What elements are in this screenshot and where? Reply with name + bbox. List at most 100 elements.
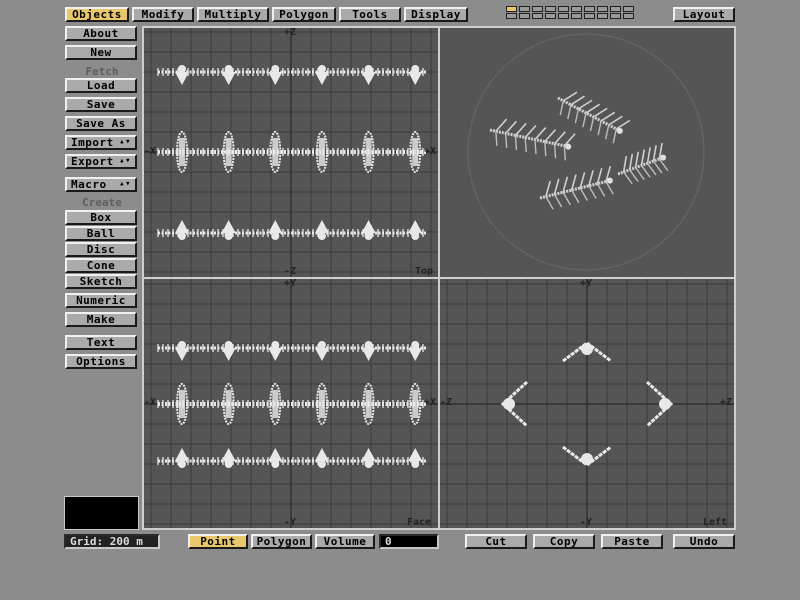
layer-cell[interactable] — [597, 6, 608, 12]
new-button[interactable]: New — [65, 45, 137, 60]
layer-cell[interactable] — [545, 6, 556, 12]
mode-point-button[interactable]: Point — [188, 534, 248, 549]
perspective-view-canvas — [467, 33, 705, 271]
undo-button[interactable]: Undo — [673, 534, 735, 549]
mode-polygon-button[interactable]: Polygon — [251, 534, 312, 549]
mesh-core — [179, 138, 185, 166]
layer-cell[interactable] — [623, 6, 634, 12]
make-button[interactable]: Make — [65, 312, 137, 327]
layer-cell[interactable] — [571, 13, 582, 19]
text-button[interactable]: Text — [65, 335, 137, 350]
numeric-button[interactable]: Numeric — [65, 293, 137, 308]
sketch-button[interactable]: Sketch — [65, 274, 137, 289]
mesh-node — [317, 341, 326, 349]
import-dropdown[interactable]: Import ▴▾ — [65, 135, 137, 150]
mesh-node — [364, 341, 373, 349]
tab-display[interactable]: Display — [404, 7, 468, 22]
axis-left-label: -X — [144, 397, 157, 408]
mesh-node — [659, 398, 671, 410]
layer-cell[interactable] — [558, 6, 569, 12]
color-swatch[interactable] — [64, 496, 139, 530]
mesh-node — [178, 460, 186, 468]
viewport-top[interactable]: +Z -Z -X +X Top — [144, 28, 438, 277]
mesh-node — [178, 232, 186, 240]
cone-button[interactable]: Cone — [65, 258, 137, 273]
ball-button[interactable]: Ball — [65, 226, 137, 241]
mesh-tooth — [175, 72, 189, 85]
tab-modify[interactable]: Modify — [132, 7, 194, 22]
mesh-tooth — [175, 448, 189, 461]
layer-cell[interactable] — [597, 13, 608, 19]
layer-cell[interactable] — [584, 6, 595, 12]
load-button[interactable]: Load — [65, 78, 137, 93]
mesh-core — [318, 138, 325, 166]
layer-cell[interactable] — [623, 13, 634, 19]
tab-multiply[interactable]: Multiply — [197, 7, 269, 22]
fetch-label: Fetch — [85, 65, 119, 78]
options-button[interactable]: Options — [65, 354, 137, 369]
layer-cell[interactable] — [506, 6, 517, 12]
viewport-left[interactable]: +Y -Y -Z +Z Left — [440, 279, 734, 528]
layer-cell[interactable] — [532, 6, 543, 12]
macro-dropdown[interactable]: Macro ▴▾ — [65, 177, 137, 192]
mesh-tooth — [221, 448, 236, 461]
mesh-node — [317, 65, 326, 73]
tab-polygon[interactable]: Polygon — [272, 7, 336, 22]
layout-button[interactable]: Layout — [673, 7, 735, 22]
mesh-node — [503, 398, 515, 410]
layer-cell[interactable] — [545, 13, 556, 19]
mesh-tooth — [408, 348, 423, 361]
mesh-tooth — [268, 220, 283, 233]
mesh-core — [412, 138, 419, 166]
mesh-tooth — [221, 72, 236, 85]
layer-cell[interactable] — [506, 13, 517, 19]
mesh-tooth — [314, 448, 329, 461]
mesh-core — [272, 390, 279, 418]
layer-cell[interactable] — [532, 13, 543, 19]
mesh-rib — [588, 170, 594, 187]
mesh-core — [179, 390, 185, 418]
paste-button[interactable]: Paste — [601, 534, 663, 549]
mesh-node — [224, 65, 233, 73]
save-button[interactable]: Save — [65, 97, 137, 112]
export-label: Export — [71, 155, 114, 168]
mesh-rib — [553, 194, 563, 208]
axis-down-label: -Y — [580, 517, 593, 528]
mesh-node — [411, 232, 420, 240]
layer-cell[interactable] — [571, 6, 582, 12]
viewport-perspective[interactable] — [440, 28, 734, 277]
axis-right-label: +Z — [720, 397, 733, 408]
tab-objects[interactable]: Objects — [65, 7, 129, 22]
mesh-rib — [596, 167, 603, 184]
mesh-core — [412, 390, 419, 418]
mesh-rib — [514, 122, 527, 136]
layer-cell[interactable] — [558, 13, 569, 19]
cut-button[interactable]: Cut — [465, 534, 527, 549]
mesh-core — [365, 390, 372, 418]
mesh-node — [581, 343, 593, 355]
mode-volume-button[interactable]: Volume — [315, 534, 375, 549]
mesh-rib — [544, 129, 557, 143]
mesh-tooth — [221, 220, 236, 233]
about-button[interactable]: About — [65, 26, 137, 41]
layer-cell[interactable] — [519, 6, 530, 12]
viewport-face[interactable]: +Y -Y -X +X Face — [144, 279, 438, 528]
layer-cell[interactable] — [610, 13, 621, 19]
tab-tools[interactable]: Tools — [339, 7, 401, 22]
axis-down-label: -Z — [284, 266, 297, 277]
layer-cell[interactable] — [584, 13, 595, 19]
export-dropdown[interactable]: Export ▴▾ — [65, 154, 137, 169]
layer-cell[interactable] — [519, 13, 530, 19]
mesh-rib — [579, 187, 589, 201]
disc-button[interactable]: Disc — [65, 242, 137, 257]
box-button[interactable]: Box — [65, 210, 137, 225]
copy-button[interactable]: Copy — [533, 534, 595, 549]
mesh-tooth — [175, 220, 189, 233]
layer-cell[interactable] — [610, 6, 621, 12]
mesh-rib — [570, 189, 580, 204]
mesh-tooth — [408, 448, 423, 461]
save-as-button[interactable]: Save As — [65, 116, 137, 131]
mesh-node — [178, 341, 186, 349]
mesh-object — [617, 142, 669, 185]
mesh-rib — [545, 196, 554, 210]
